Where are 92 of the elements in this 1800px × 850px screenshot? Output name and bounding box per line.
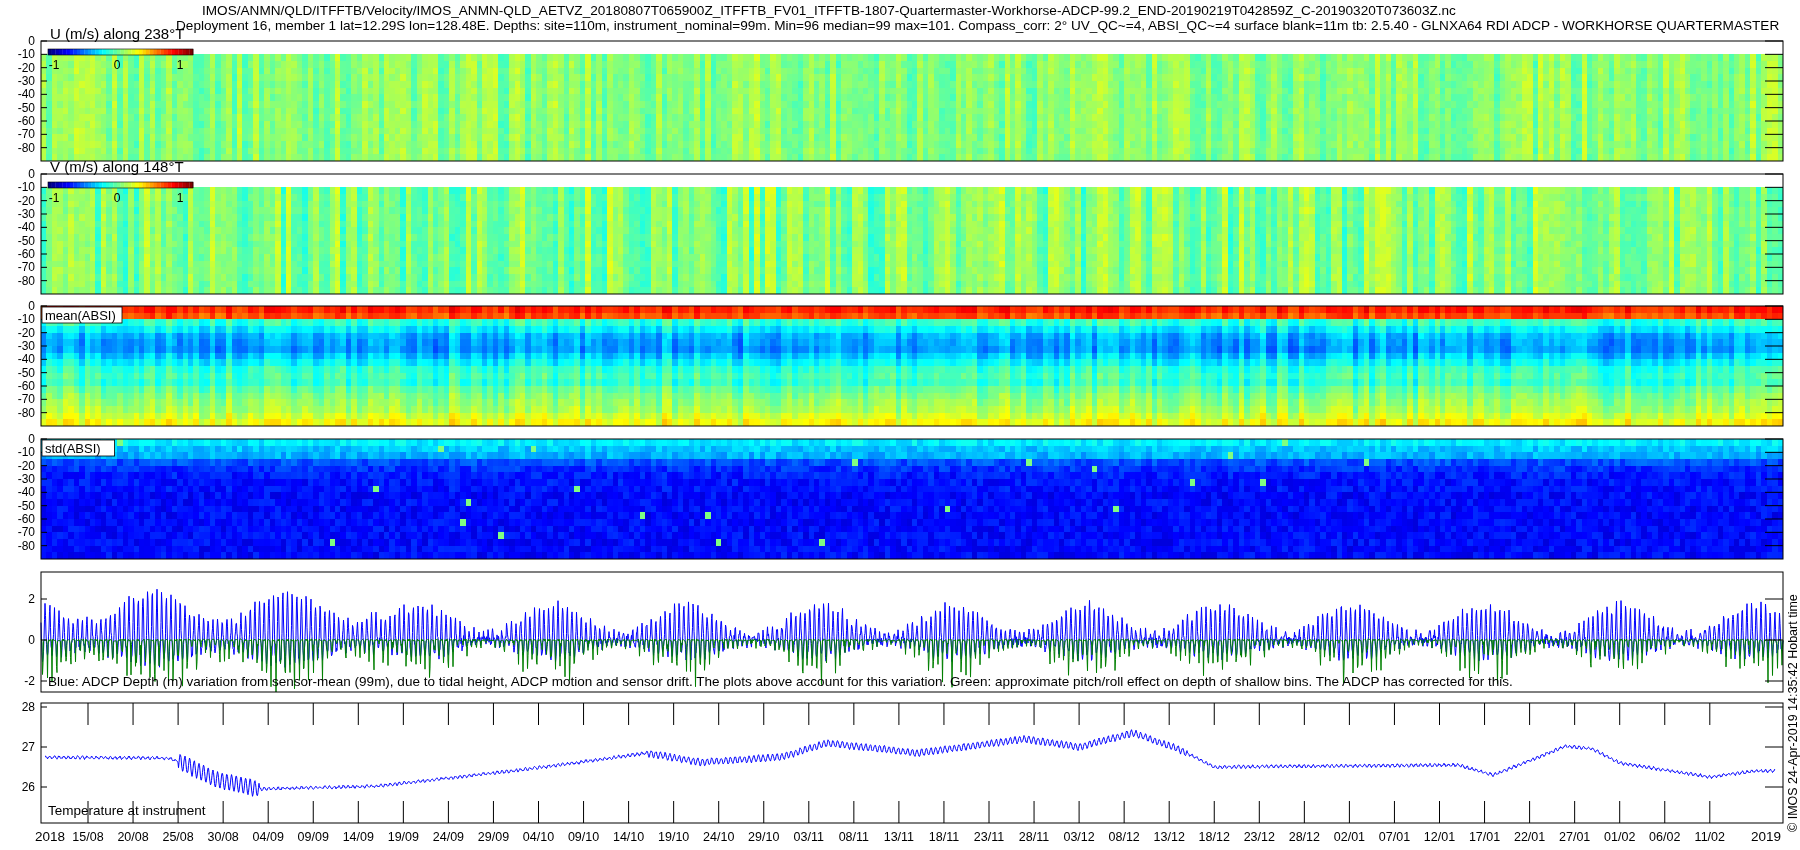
axis-tick-label: -60 <box>17 247 35 261</box>
axis-tick-label: -80 <box>17 405 35 420</box>
date-tick-label: 03/12 <box>1063 830 1095 844</box>
axis-tick-label: -70 <box>17 260 35 275</box>
axis-tick-label: -30 <box>17 339 35 353</box>
date-tick-label: 14/10 <box>612 830 645 844</box>
axis-tick-label: -50 <box>17 100 35 115</box>
date-tick-label: 28/12 <box>1288 830 1320 844</box>
date-tick-label: 15/08 <box>72 830 104 844</box>
colorbar-tick-label: 1 <box>176 58 184 72</box>
axis-tick-label: -70 <box>17 127 35 142</box>
colorbar-tick-label: -1 <box>48 58 60 72</box>
date-tick-label: 20/08 <box>117 830 149 844</box>
axis-tick-label: -70 <box>17 525 35 540</box>
axis-tick-label: 0 <box>28 299 35 313</box>
date-tick-label: 06/02 <box>1649 830 1681 844</box>
axis-tick-label: 28 <box>21 700 35 714</box>
axis-tick-label: -30 <box>17 74 35 88</box>
axis-tick-label: -60 <box>17 114 35 128</box>
date-tick-label: 08/12 <box>1108 830 1140 844</box>
axis-tick-label: -10 <box>17 180 35 195</box>
axis-tick-label: -10 <box>17 445 35 460</box>
date-tick-label: 23/11 <box>973 830 1005 844</box>
axis-tick-label: -40 <box>17 352 35 367</box>
axis-tick-label: 26 <box>21 780 35 794</box>
date-tick-label: 18/11 <box>928 830 960 844</box>
axis-tick-label: -80 <box>17 140 35 155</box>
date-tick-label: 02/01 <box>1333 830 1366 844</box>
date-tick-label: 13/12 <box>1153 830 1185 844</box>
colorbar-tick-label: 1 <box>176 191 184 205</box>
axis-tick-label: -50 <box>17 498 35 513</box>
panel-title: V (m/s) along 148°T <box>50 158 184 175</box>
colorbar-tick-label: 0 <box>113 58 121 72</box>
date-tick-label: 04/09 <box>252 830 284 844</box>
axis-tick-label: -20 <box>17 325 35 340</box>
panel-title: mean(ABSI) <box>45 308 116 323</box>
axis-tick-label: -60 <box>17 379 35 393</box>
axis-tick-label: 0 <box>28 167 35 181</box>
date-tick-label: 01/02 <box>1604 830 1636 844</box>
axis-tick-label: -80 <box>17 538 35 553</box>
date-tick-label: 08/11 <box>838 830 870 844</box>
date-tick-label: 24/09 <box>432 830 465 844</box>
date-tick-label: 04/10 <box>522 830 555 844</box>
axis-tick-label: 0 <box>28 34 35 48</box>
date-tick-label: 13/11 <box>883 830 915 844</box>
axis-tick-label: -50 <box>17 365 35 380</box>
axis-tick-label: -10 <box>17 312 35 327</box>
date-tick-label: 28/11 <box>1018 830 1050 844</box>
axis-tick-label: -70 <box>17 392 35 407</box>
axis-tick-label: -80 <box>17 273 35 288</box>
figure-title: IMOS/ANMN/QLD/ITFFTB/Velocity/IMOS_ANMN-QLD_AETVZ_20180807T065900Z_ITFFTB_FV01_ITFFTB-1807-Quartermaster-Workhorse-ADCP-99.2_END-20190219T042859Z_C-20190320T073603Z.nc <box>202 3 1456 18</box>
axis-tick-label: -60 <box>17 512 35 526</box>
date-tick-label: 03/11 <box>793 830 824 844</box>
axis-tick-label: 0 <box>28 432 35 446</box>
year-label: 2019 <box>1750 829 1781 844</box>
axis-tick-label: -40 <box>17 485 35 500</box>
axis-tick-label: 2 <box>28 592 35 606</box>
axis-tick-label: -40 <box>17 87 35 102</box>
date-tick-label: 27/01 <box>1559 830 1591 844</box>
date-tick-label: 29/09 <box>477 830 510 844</box>
date-tick-label: 09/10 <box>567 830 600 844</box>
axis-tick-label: 0 <box>28 633 35 647</box>
axis-tick-label: 27 <box>21 740 35 754</box>
date-tick-label: 07/01 <box>1378 830 1411 844</box>
date-tick-label: 29/10 <box>748 830 780 844</box>
axis-tick-label: -40 <box>17 220 35 235</box>
date-tick-label: 19/09 <box>387 830 419 844</box>
date-tick-label: 12/01 <box>1423 830 1456 844</box>
date-tick-label: 19/10 <box>658 830 690 844</box>
credit-text: © IMOS 24-Apr-2019 14:35:42 Hobart time <box>1786 594 1800 832</box>
axis-tick-label: -30 <box>17 207 35 221</box>
colorbar-tick-label: 0 <box>113 191 121 205</box>
date-tick-label: 30/08 <box>207 830 239 844</box>
date-tick-label: 23/12 <box>1243 830 1275 844</box>
year-label: 2018 <box>35 829 66 844</box>
axis-tick-label: -20 <box>17 458 35 473</box>
panel-title: std(ABSI) <box>45 441 101 456</box>
axis-tick-label: -50 <box>17 233 35 248</box>
colorbar-tick-label: -1 <box>48 191 60 205</box>
date-tick-label: 18/12 <box>1198 830 1230 844</box>
date-tick-label: 17/01 <box>1468 830 1501 844</box>
axis-tick-label: -20 <box>17 193 35 208</box>
axis-tick-label: -30 <box>17 472 35 486</box>
axis-tick-label: -10 <box>17 47 35 62</box>
axis-tick-label: -20 <box>17 60 35 75</box>
date-tick-label: 09/09 <box>297 830 329 844</box>
date-tick-label: 25/08 <box>162 830 194 844</box>
axis-tick-label: -2 <box>24 674 35 688</box>
date-tick-label: 11/02 <box>1694 830 1725 844</box>
date-tick-label: 22/01 <box>1513 830 1546 844</box>
date-tick-label: 24/10 <box>703 830 735 844</box>
date-tick-label: 14/09 <box>342 830 374 844</box>
